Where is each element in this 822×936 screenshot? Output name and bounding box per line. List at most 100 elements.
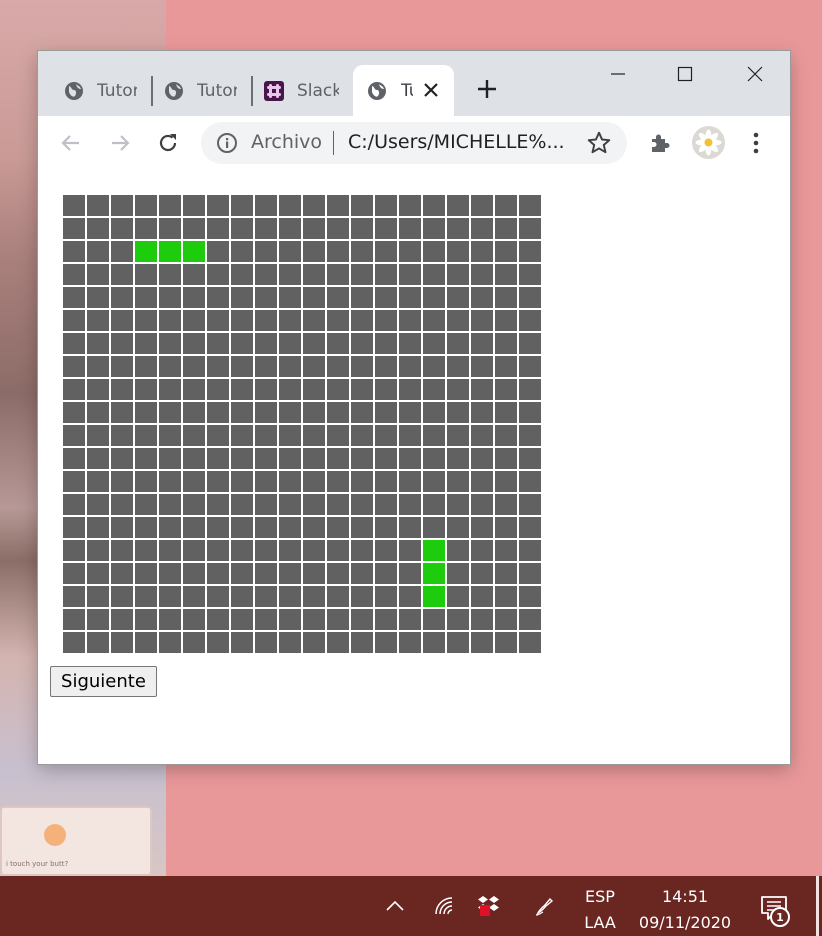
- grid-cell[interactable]: [351, 356, 373, 377]
- grid-cell[interactable]: [183, 471, 205, 492]
- taskbar-clock[interactable]: 14:51 09/11/2020: [630, 884, 740, 936]
- grid-cell[interactable]: [471, 195, 493, 216]
- grid-cell[interactable]: [279, 218, 301, 239]
- grid-cell[interactable]: [207, 563, 229, 584]
- grid-cell[interactable]: [471, 494, 493, 515]
- grid-cell[interactable]: [279, 356, 301, 377]
- grid-cell[interactable]: [399, 632, 421, 653]
- grid-cell[interactable]: [351, 609, 373, 630]
- grid-cell[interactable]: [303, 287, 325, 308]
- grid-cell[interactable]: [327, 517, 349, 538]
- grid-cell[interactable]: [471, 540, 493, 561]
- grid-cell[interactable]: [111, 517, 133, 538]
- grid-cell[interactable]: [423, 310, 445, 331]
- grid-cell[interactable]: [375, 264, 397, 285]
- grid-cell[interactable]: [495, 517, 517, 538]
- grid-cell[interactable]: [231, 287, 253, 308]
- grid-cell[interactable]: [495, 632, 517, 653]
- grid-cell[interactable]: [231, 609, 253, 630]
- grid-cell[interactable]: [495, 287, 517, 308]
- grid-cell[interactable]: [111, 241, 133, 262]
- grid-cell[interactable]: [87, 448, 109, 469]
- tab-1[interactable]: Tutor: [38, 65, 150, 116]
- grid-cell[interactable]: [471, 287, 493, 308]
- grid-cell[interactable]: [63, 356, 85, 377]
- grid-cell[interactable]: [279, 586, 301, 607]
- grid-cell[interactable]: [255, 563, 277, 584]
- grid-cell[interactable]: [159, 609, 181, 630]
- grid-cell[interactable]: [375, 356, 397, 377]
- grid-cell[interactable]: [255, 517, 277, 538]
- grid-cell[interactable]: [63, 471, 85, 492]
- grid-cell[interactable]: [231, 471, 253, 492]
- grid-cell[interactable]: [447, 379, 469, 400]
- grid-cell[interactable]: [399, 264, 421, 285]
- grid-cell[interactable]: [471, 425, 493, 446]
- grid-cell[interactable]: [351, 310, 373, 331]
- grid-cell[interactable]: [207, 402, 229, 423]
- grid-cell[interactable]: [255, 402, 277, 423]
- grid-cell[interactable]: [159, 494, 181, 515]
- grid-cell[interactable]: [255, 586, 277, 607]
- grid-cell[interactable]: [135, 333, 157, 354]
- grid-cell[interactable]: [183, 632, 205, 653]
- grid-cell[interactable]: [135, 471, 157, 492]
- grid-cell[interactable]: [447, 402, 469, 423]
- grid-cell[interactable]: [471, 517, 493, 538]
- grid-cell[interactable]: [207, 333, 229, 354]
- grid-cell[interactable]: [519, 448, 541, 469]
- grid-cell[interactable]: [255, 471, 277, 492]
- grid-cell[interactable]: [135, 609, 157, 630]
- grid-cell[interactable]: [399, 425, 421, 446]
- grid-cell[interactable]: [423, 241, 445, 262]
- grid-cell[interactable]: [495, 379, 517, 400]
- grid-cell[interactable]: [447, 425, 469, 446]
- grid-cell[interactable]: [375, 609, 397, 630]
- grid-cell[interactable]: [519, 402, 541, 423]
- grid-cell[interactable]: [87, 379, 109, 400]
- grid-cell[interactable]: [159, 310, 181, 331]
- grid-cell[interactable]: [279, 425, 301, 446]
- grid-cell[interactable]: [135, 517, 157, 538]
- grid-cell[interactable]: [207, 494, 229, 515]
- grid-cell[interactable]: [519, 356, 541, 377]
- grid-cell[interactable]: [423, 402, 445, 423]
- grid-cell[interactable]: [135, 586, 157, 607]
- grid-cell[interactable]: [159, 632, 181, 653]
- grid-cell[interactable]: [159, 471, 181, 492]
- grid-cell[interactable]: [447, 540, 469, 561]
- grid-cell[interactable]: [351, 241, 373, 262]
- grid-cell[interactable]: [279, 402, 301, 423]
- grid-cell[interactable]: [135, 264, 157, 285]
- grid-cell[interactable]: [279, 609, 301, 630]
- grid-cell[interactable]: [207, 540, 229, 561]
- grid-cell[interactable]: [399, 241, 421, 262]
- grid-cell[interactable]: [231, 241, 253, 262]
- grid-cell[interactable]: [279, 241, 301, 262]
- grid-cell[interactable]: [87, 310, 109, 331]
- grid-cell[interactable]: [279, 264, 301, 285]
- bookmark-star-icon[interactable]: [586, 130, 612, 156]
- grid-cell[interactable]: [63, 333, 85, 354]
- grid-cell[interactable]: [111, 471, 133, 492]
- grid-cell[interactable]: [447, 287, 469, 308]
- grid-cell[interactable]: [327, 218, 349, 239]
- grid-cell[interactable]: [303, 218, 325, 239]
- grid-cell[interactable]: [135, 195, 157, 216]
- extensions-button[interactable]: [645, 128, 675, 158]
- grid-cell[interactable]: [159, 425, 181, 446]
- grid-cell[interactable]: [87, 563, 109, 584]
- grid-cell[interactable]: [375, 425, 397, 446]
- grid-cell[interactable]: [423, 609, 445, 630]
- grid-cell[interactable]: [135, 632, 157, 653]
- grid-cell-live[interactable]: [183, 241, 205, 262]
- grid-cell[interactable]: [207, 448, 229, 469]
- grid-cell[interactable]: [135, 356, 157, 377]
- grid-cell[interactable]: [327, 540, 349, 561]
- grid-cell[interactable]: [303, 264, 325, 285]
- grid-cell[interactable]: [231, 517, 253, 538]
- grid-cell[interactable]: [183, 402, 205, 423]
- grid-cell[interactable]: [303, 402, 325, 423]
- grid-cell[interactable]: [255, 425, 277, 446]
- grid-cell[interactable]: [519, 471, 541, 492]
